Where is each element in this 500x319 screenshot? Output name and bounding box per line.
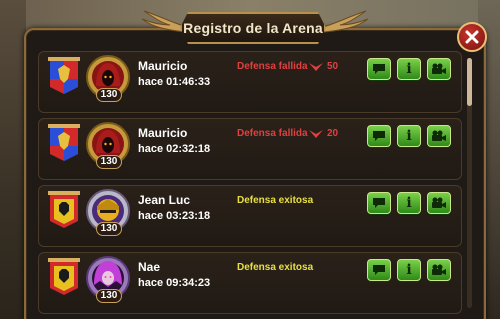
guild-banner-icon <box>48 57 80 94</box>
battle-result: Defensa exitosa <box>237 262 314 273</box>
replay-button[interactable] <box>427 125 451 147</box>
close-button[interactable] <box>457 22 487 52</box>
player-name: Jean Luc <box>138 193 191 207</box>
log-entry: 130 Mauricio hace 01:46:33 Defensa falli… <box>38 51 462 113</box>
battle-result: Defensa exitosa <box>237 195 314 206</box>
battle-result: Defensa fallida <box>237 128 308 139</box>
log-entry: 130 Nae hace 09:34:23 Defensa exitosa i <box>38 252 462 314</box>
player-level: 130 <box>96 88 122 102</box>
info-icon: i <box>406 61 412 77</box>
info-button[interactable]: i <box>397 259 421 281</box>
replay-button[interactable] <box>427 259 451 281</box>
guild-banner-icon <box>48 258 80 295</box>
window-title: Registro de la Arena <box>183 20 323 36</box>
battle-time: hace 01:46:33 <box>138 76 211 88</box>
guild-banner-icon <box>48 191 80 228</box>
chat-bubble-icon <box>373 64 385 74</box>
player-level: 130 <box>96 155 122 169</box>
battle-time: hace 02:32:18 <box>138 143 211 155</box>
rank-change-value: 20 <box>327 128 339 139</box>
scrollbar-thumb[interactable] <box>467 58 472 106</box>
video-camera-icon <box>432 264 446 275</box>
chat-button[interactable] <box>367 58 391 80</box>
info-icon: i <box>406 262 412 278</box>
info-icon: i <box>406 195 412 211</box>
rank-change: 20 <box>309 128 338 139</box>
guild-banner-icon <box>48 124 80 161</box>
close-icon <box>465 30 479 44</box>
rank-change-value: 50 <box>327 61 339 72</box>
down-arrow-icon <box>309 129 323 138</box>
rank-change: 50 <box>309 61 338 72</box>
scrollbar[interactable] <box>467 58 472 308</box>
replay-button[interactable] <box>427 192 451 214</box>
video-camera-icon <box>432 63 446 74</box>
info-button[interactable]: i <box>397 58 421 80</box>
player-name: Mauricio <box>138 59 188 73</box>
battle-result: Defensa fallida <box>237 61 308 72</box>
log-entry: 130 Jean Luc hace 03:23:18 Defensa exito… <box>38 185 462 247</box>
info-icon: i <box>406 128 412 144</box>
player-name: Nae <box>138 260 161 274</box>
chat-button[interactable] <box>367 125 391 147</box>
replay-button[interactable] <box>427 58 451 80</box>
battle-time: hace 09:34:23 <box>138 277 211 289</box>
player-level: 130 <box>96 222 122 236</box>
player-level: 130 <box>96 289 122 303</box>
video-camera-icon <box>432 197 446 208</box>
info-button[interactable]: i <box>397 125 421 147</box>
chat-bubble-icon <box>373 265 385 275</box>
background-left <box>0 0 26 319</box>
chat-button[interactable] <box>367 192 391 214</box>
title-plate: Registro de la Arena <box>180 12 326 44</box>
log-entry: 130 Mauricio hace 02:32:18 Defensa falli… <box>38 118 462 180</box>
chat-bubble-icon <box>373 131 385 141</box>
player-name: Mauricio <box>138 126 188 140</box>
chat-button[interactable] <box>367 259 391 281</box>
chat-bubble-icon <box>373 198 385 208</box>
battle-time: hace 03:23:18 <box>138 210 211 222</box>
down-arrow-icon <box>309 62 323 71</box>
info-button[interactable]: i <box>397 192 421 214</box>
video-camera-icon <box>432 130 446 141</box>
